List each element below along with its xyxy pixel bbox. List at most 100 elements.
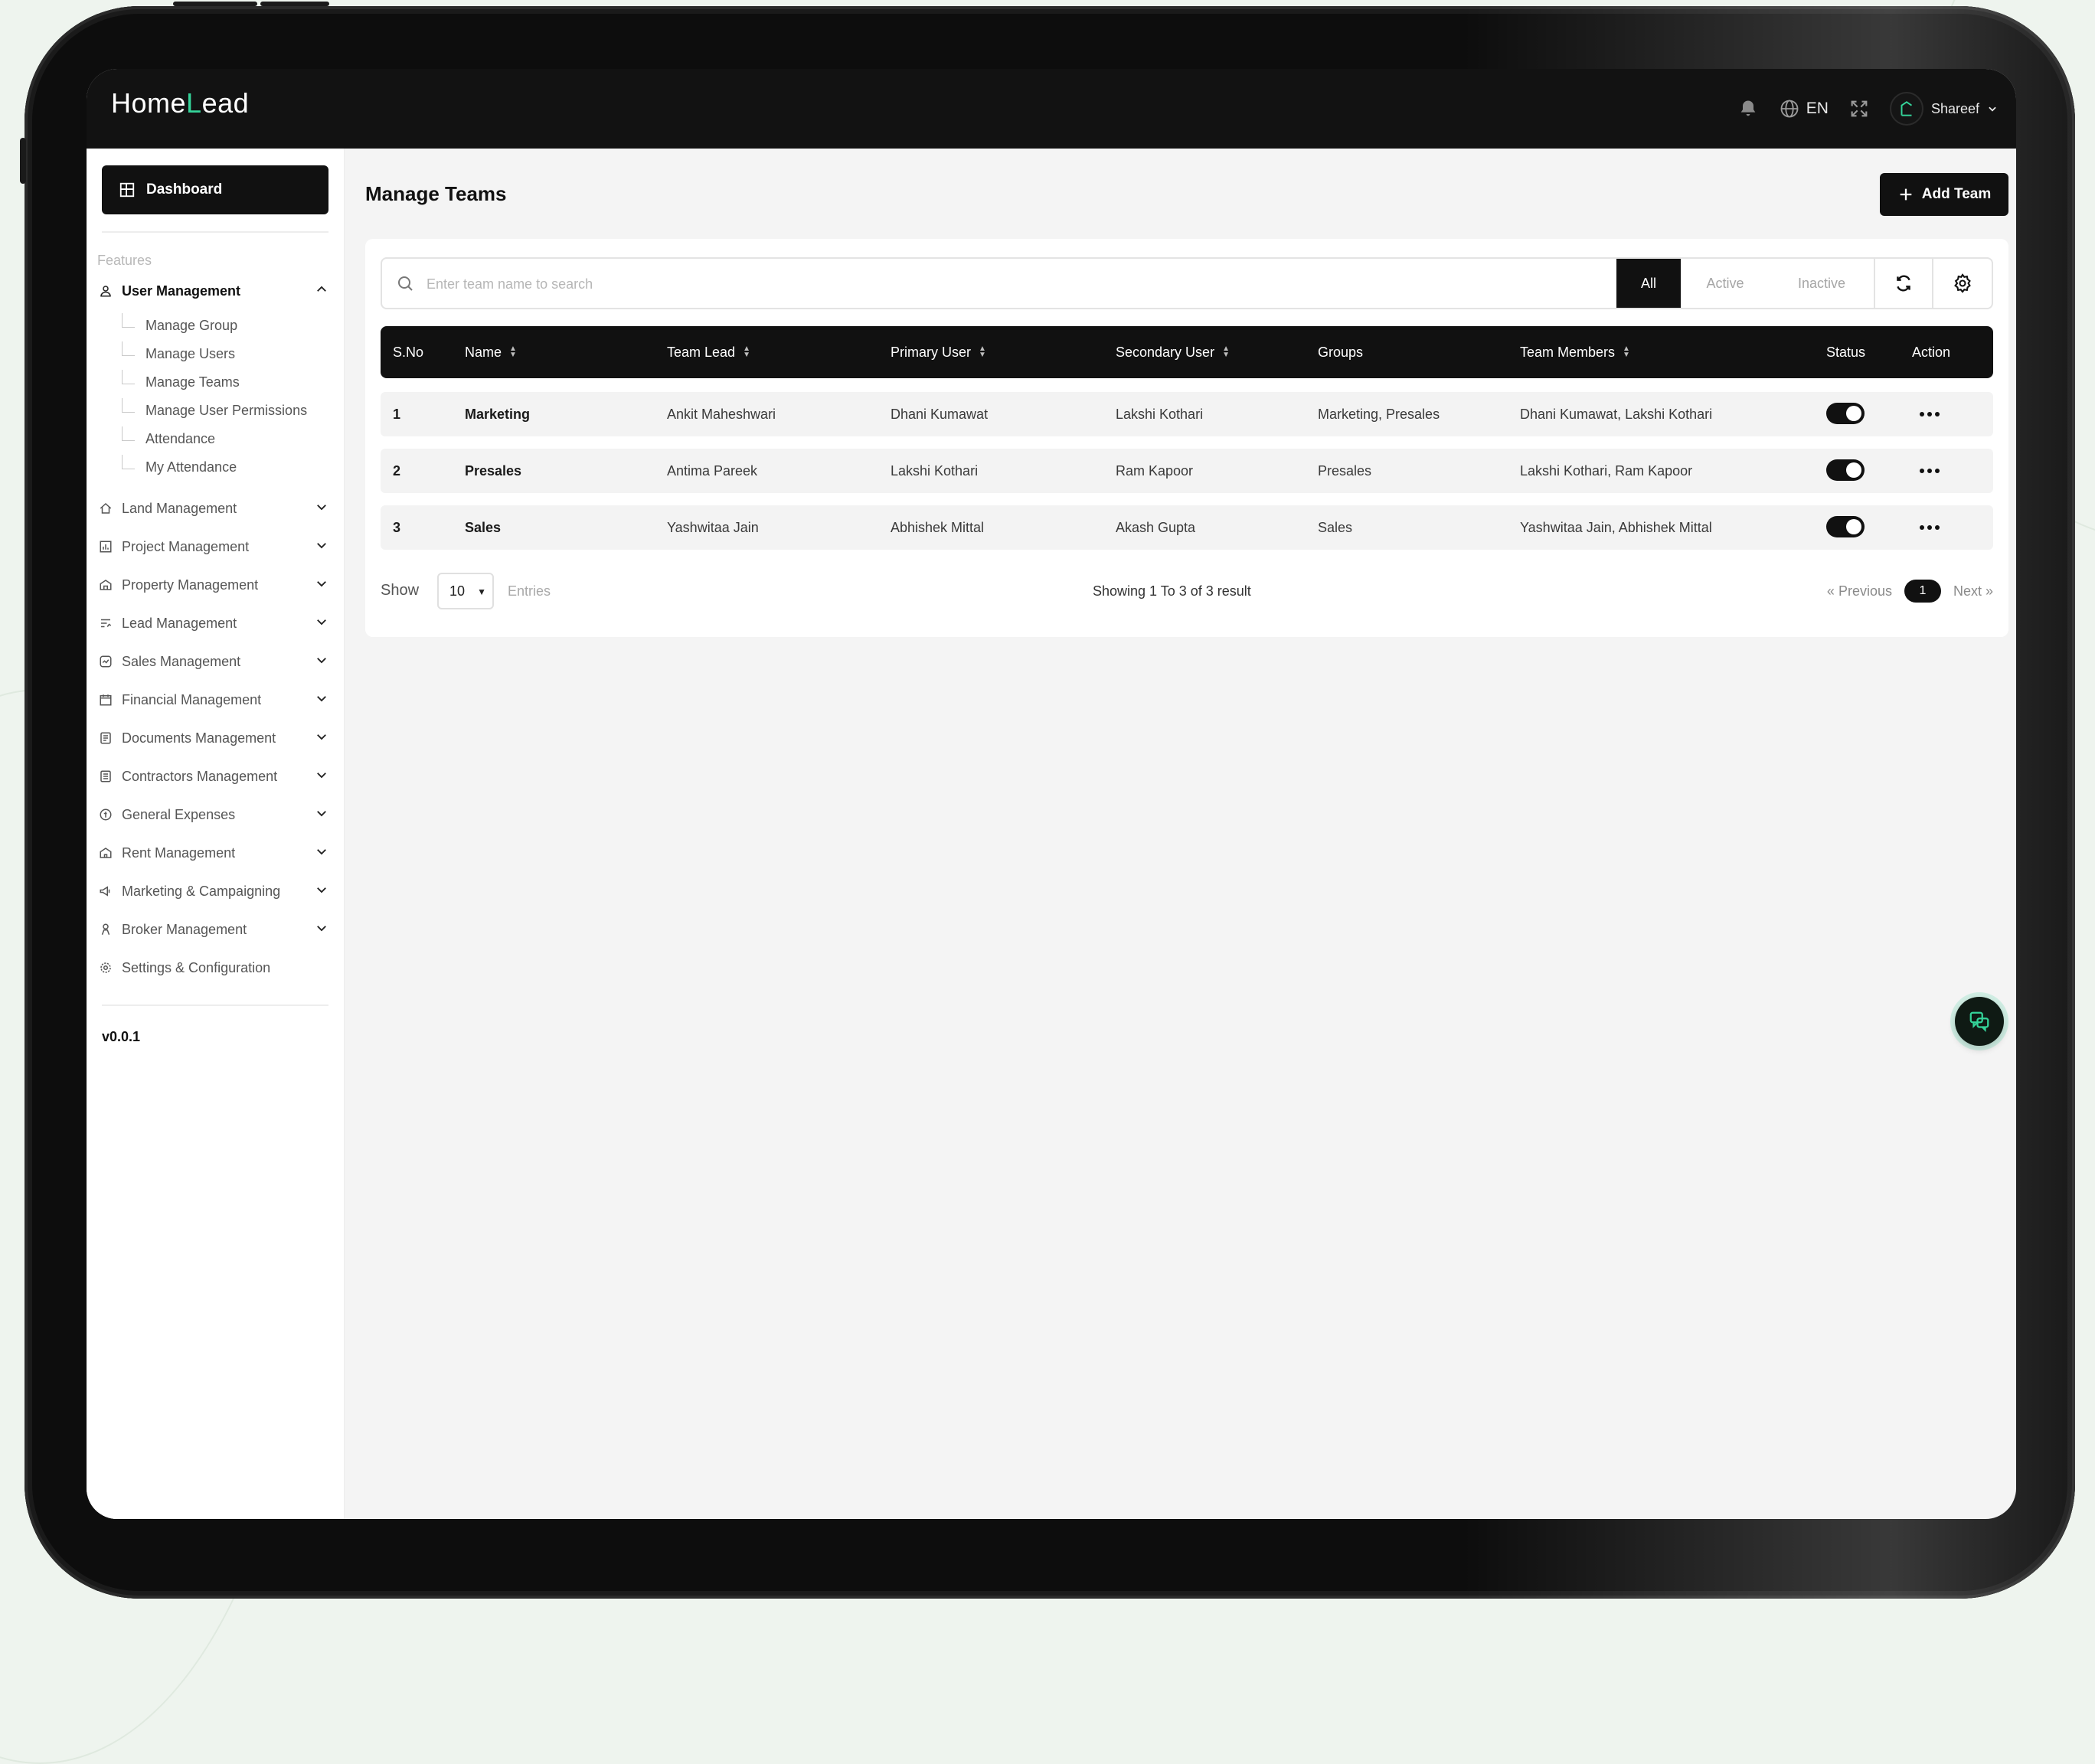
sidebar-item-label: Broker Management	[122, 921, 247, 937]
teams-card: All Active Inactive S.No Name ▲▼ Team Lea…	[365, 239, 2008, 637]
search-input[interactable]	[425, 268, 1600, 300]
gear-icon	[1952, 273, 1973, 294]
sidebar-subitem-label: Attendance	[145, 430, 216, 446]
cell-groups: Presales	[1318, 462, 1372, 479]
header-team-members[interactable]: Team Members ▲ ▼	[1520, 326, 1630, 378]
sidebar-subitem-manage-teams[interactable]: Manage Teams	[122, 369, 240, 395]
chevron-down-icon	[315, 768, 328, 786]
divider	[102, 231, 328, 233]
tree-connector	[122, 312, 135, 328]
more-actions-icon[interactable]	[1920, 449, 1940, 493]
table-row[interactable]: 2 Presales Antima Pareek Lakshi Kothari …	[381, 449, 1993, 493]
chevron-down-icon	[315, 691, 328, 709]
refresh-button[interactable]	[1875, 259, 1932, 308]
sidebar-item-contractors-management[interactable]: Contractors Management	[97, 761, 333, 792]
cell-groups: Sales	[1318, 519, 1353, 535]
sidebar-subitem-manage-group[interactable]: Manage Group	[122, 312, 237, 338]
header-label: Name	[465, 344, 502, 360]
chevron-down-icon	[315, 538, 328, 556]
page-number-button[interactable]: 1	[1904, 580, 1941, 603]
status-toggle[interactable]	[1826, 516, 1865, 537]
page-size-select[interactable]: 10 ▼	[437, 573, 494, 609]
sidebar-subitem-manage-user-permissions[interactable]: Manage User Permissions	[122, 397, 307, 423]
sidebar-item-lead-management[interactable]: Lead Management	[97, 608, 333, 639]
globe-icon	[1779, 98, 1800, 119]
sidebar-subitem-manage-users[interactable]: Manage Users	[122, 341, 235, 367]
sidebar-item-land-management[interactable]: Land Management	[97, 493, 333, 524]
sidebar-subitem-my-attendance[interactable]: My Attendance	[122, 454, 237, 480]
cell-sno: 2	[393, 462, 401, 479]
cell-primary-user: Abhishek Mittal	[891, 519, 985, 535]
sidebar-item-broker-management[interactable]: Broker Management	[97, 914, 333, 945]
filter-active[interactable]: Active	[1681, 259, 1770, 308]
sidebar-item-settings-configuration[interactable]: Settings & Configuration	[97, 952, 333, 983]
megaphone-icon	[97, 884, 114, 898]
settings-button[interactable]	[1933, 259, 1992, 308]
sidebar-item-label: Lead Management	[122, 615, 237, 631]
chevron-down-icon	[315, 577, 328, 594]
tablet-button	[173, 2, 257, 6]
sales-icon	[97, 655, 114, 668]
chat-icon	[1968, 1010, 1991, 1033]
dashboard-icon	[119, 181, 136, 198]
sidebar-item-sales-management[interactable]: Sales Management	[97, 646, 333, 677]
header-team-lead[interactable]: Team Lead ▲ ▼	[667, 326, 750, 378]
sidebar-item-project-management[interactable]: Project Management	[97, 531, 333, 562]
language-switcher[interactable]: EN	[1779, 98, 1829, 119]
dashboard-button[interactable]: Dashboard	[102, 165, 328, 214]
logo-text-right: ead	[201, 87, 250, 119]
sidebar-subitem-attendance[interactable]: Attendance	[122, 426, 215, 452]
sidebar-subitem-label: Manage Users	[145, 345, 236, 361]
user-menu[interactable]: Shareef	[1889, 92, 1998, 126]
toggle-knob	[1846, 519, 1861, 534]
sidebar-item-marketing-campaigning[interactable]: Marketing & Campaigning	[97, 876, 333, 906]
header-name[interactable]: Name ▲ ▼	[465, 326, 517, 378]
header-label: Action	[1912, 344, 1951, 360]
sidebar-item-rent-management[interactable]: Rent Management	[97, 838, 333, 868]
filter-inactive[interactable]: Inactive	[1770, 259, 1874, 308]
chevron-down-icon	[1987, 103, 1998, 114]
filter-all[interactable]: All	[1616, 259, 1681, 308]
cell-primary-user: Lakshi Kothari	[891, 462, 979, 479]
add-team-button[interactable]: Add Team	[1880, 173, 2008, 216]
header-primary-user[interactable]: Primary User ▲ ▼	[891, 326, 986, 378]
chevron-down-icon	[315, 883, 328, 900]
app-logo[interactable]: HomeLead	[111, 87, 249, 119]
sidebar-item-property-management[interactable]: Property Management	[97, 570, 333, 600]
header-label: S.No	[393, 344, 424, 360]
sidebar-item-label: Sales Management	[122, 653, 241, 669]
sidebar-subitem-label: Manage Group	[145, 317, 238, 333]
previous-button[interactable]: « Previous	[1827, 583, 1892, 599]
more-actions-icon[interactable]	[1920, 505, 1940, 550]
table-row[interactable]: 3 Sales Yashwitaa Jain Abhishek Mittal A…	[381, 505, 1993, 550]
bell-icon[interactable]	[1737, 98, 1759, 119]
sidebar-item-general-expenses[interactable]: General Expenses	[97, 799, 333, 830]
toggle-knob	[1846, 462, 1861, 478]
sidebar-item-documents-management[interactable]: Documents Management	[97, 723, 333, 753]
tree-connector	[122, 397, 135, 413]
divider	[102, 1004, 328, 1006]
header-label: Primary User	[891, 344, 972, 360]
chevron-up-icon	[315, 283, 328, 300]
cell-team-lead: Ankit Maheshwari	[667, 406, 776, 422]
header-secondary-user[interactable]: Secondary User ▲ ▼	[1116, 326, 1230, 378]
sort-icon: ▲ ▼	[509, 345, 517, 359]
status-toggle[interactable]	[1826, 403, 1865, 424]
table-row[interactable]: 1 Marketing Ankit Maheshwari Dhani Kumaw…	[381, 392, 1993, 436]
fullscreen-icon[interactable]	[1848, 98, 1870, 119]
chevron-down-icon	[315, 806, 328, 824]
next-button[interactable]: Next »	[1953, 583, 1993, 599]
sidebar-item-user-management[interactable]: User Management	[97, 276, 333, 306]
sidebar-item-financial-management[interactable]: Financial Management	[97, 684, 333, 715]
table-header: S.No Name ▲ ▼ Team Lead ▲ ▼ Primary User ▲ ▼ S…	[381, 326, 1993, 378]
more-actions-icon[interactable]	[1920, 392, 1940, 436]
chat-button[interactable]	[1955, 997, 2004, 1046]
documents-icon	[97, 731, 114, 745]
add-team-label: Add Team	[1921, 186, 1992, 202]
status-toggle[interactable]	[1826, 459, 1865, 481]
lead-icon	[97, 616, 114, 630]
gear-icon	[97, 961, 114, 975]
tree-connector	[122, 454, 135, 469]
cell-team-members: Lakshi Kothari, Ram Kapoor	[1520, 462, 1693, 479]
sidebar-item-label: Rent Management	[122, 844, 236, 861]
